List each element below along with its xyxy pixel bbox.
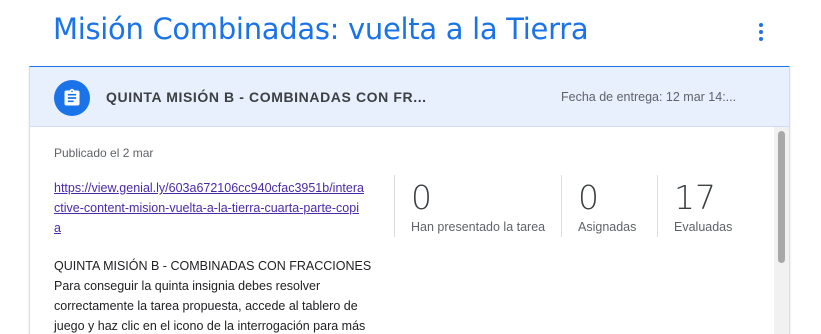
stat-graded[interactable]: 17 Evaluadas [674,178,733,235]
assignment-title: QUINTA MISIÓN B - COMBINADAS CON FR... [106,89,427,105]
stat-graded-label: Evaluadas [674,220,733,234]
scrollbar-thumb[interactable] [778,131,785,263]
stat-graded-value: 17 [674,178,716,217]
scrollbar[interactable] [774,127,789,334]
stat-turned-in-label: Han presentado la tarea [411,220,546,234]
assignment-card: QUINTA MISIÓN B - COMBINADAS CON FR... F… [29,66,790,334]
more-vert-icon[interactable] [748,18,774,46]
stat-assigned[interactable]: 0 Asignadas [578,178,637,235]
stat-divider [561,175,562,237]
stat-turned-in[interactable]: 0 Han presentado la tarea [411,178,546,235]
assignment-header[interactable]: QUINTA MISIÓN B - COMBINADAS CON FR... F… [30,67,789,127]
stat-divider [657,175,658,237]
due-date: Fecha de entrega: 12 mar 14:... [561,90,737,104]
stat-turned-in-value: 0 [411,178,432,217]
stat-assigned-value: 0 [578,178,599,217]
published-date: Publicado el 2 mar [54,146,154,160]
assignment-icon [54,80,90,116]
stat-divider [394,175,395,237]
topic-title: Misión Combinadas: vuelta a la Tierra [53,12,589,46]
stat-assigned-label: Asignadas [578,220,637,234]
genially-link[interactable]: https://view.genial.ly/603a672106cc940cf… [54,178,364,238]
assignment-description: QUINTA MISIÓN B - COMBINADAS CON FRACCIO… [54,259,372,333]
